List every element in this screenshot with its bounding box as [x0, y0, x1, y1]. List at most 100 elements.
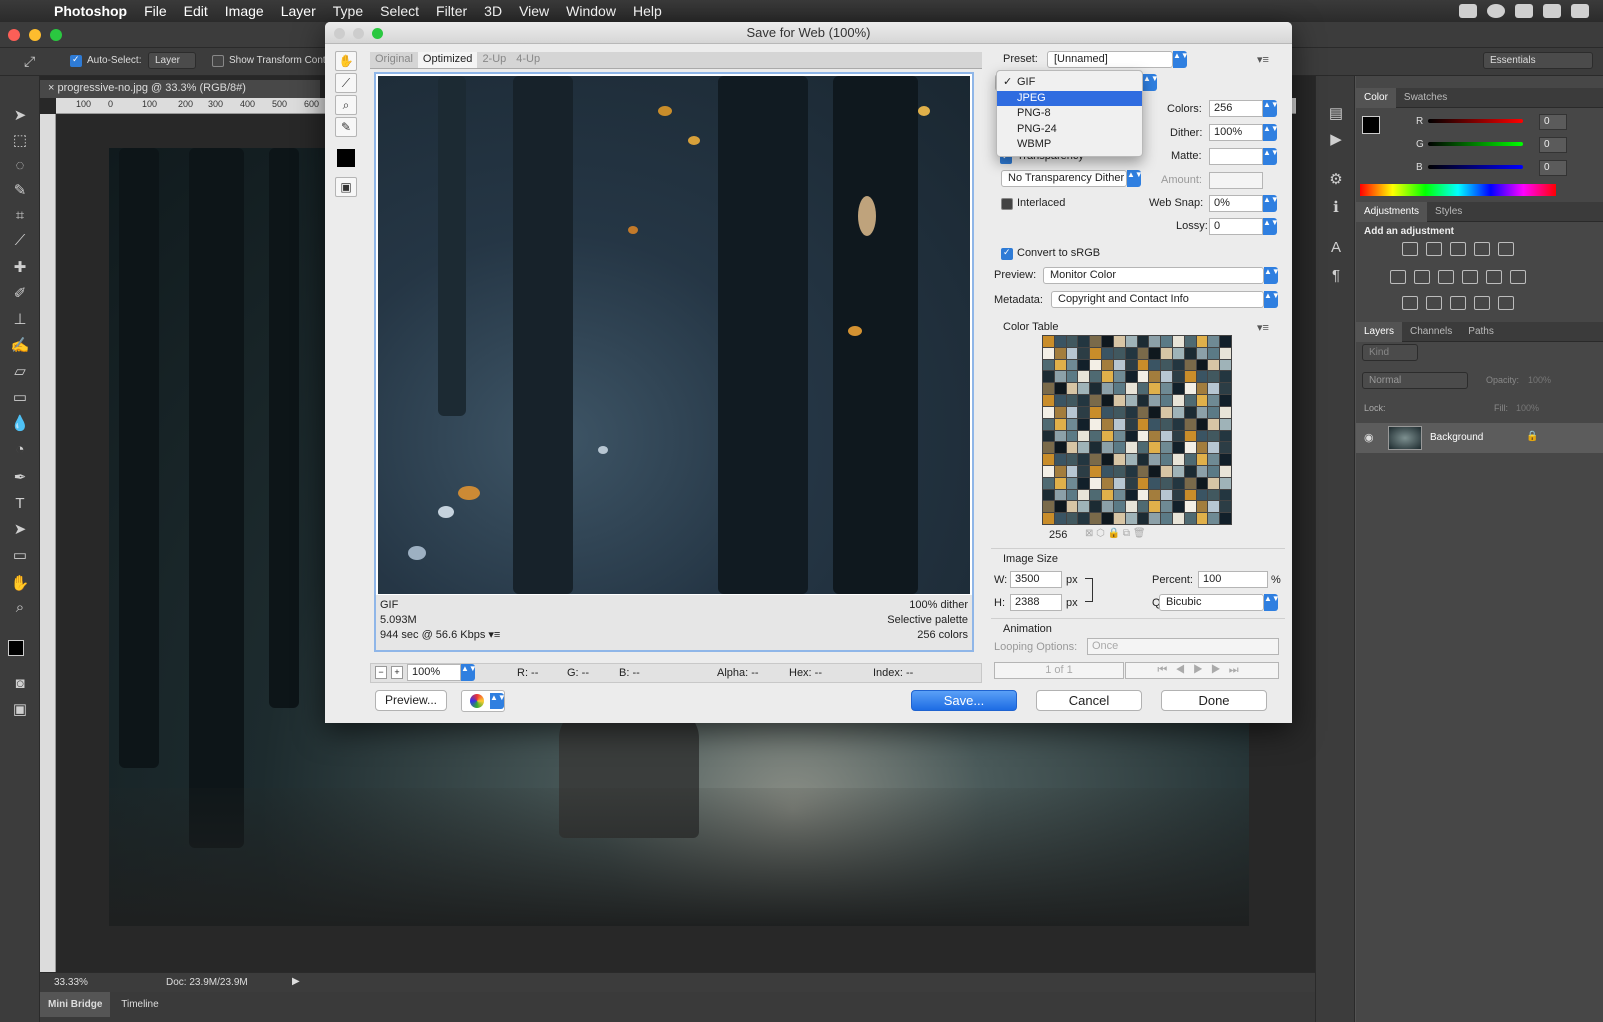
color-table-swatch[interactable]	[1220, 371, 1231, 383]
color-table-swatch[interactable]	[1196, 336, 1208, 347]
color-table-swatch[interactable]	[1208, 371, 1220, 383]
auto-select-checkbox[interactable]	[70, 54, 82, 67]
color-table-swatch[interactable]	[1172, 347, 1184, 359]
color-table-swatch[interactable]	[1054, 477, 1066, 489]
color-table-swatch[interactable]	[1054, 454, 1066, 465]
eyedropper-color-swatch[interactable]	[337, 149, 355, 167]
color-table-swatch[interactable]	[1102, 383, 1113, 395]
color-table-swatch[interactable]	[1054, 383, 1066, 395]
opacity-value[interactable]: 100%	[1528, 375, 1551, 385]
color-table-swatch[interactable]	[1078, 430, 1090, 442]
color-table-swatch[interactable]	[1208, 395, 1220, 406]
color-table-swatch[interactable]	[1090, 477, 1102, 489]
color-table-swatch[interactable]	[1208, 336, 1220, 347]
color-table-swatch[interactable]	[1172, 477, 1184, 489]
brush-tool-icon[interactable]: ✐	[10, 284, 30, 304]
color-table-swatch[interactable]	[1090, 513, 1102, 524]
color-table-swatch[interactable]	[1208, 513, 1220, 524]
color-table-swatch[interactable]	[1043, 430, 1054, 442]
color-table-swatch[interactable]	[1090, 395, 1102, 406]
color-table-swatch[interactable]	[1125, 359, 1137, 371]
color-table-swatch[interactable]	[1043, 513, 1054, 524]
color-table-swatch[interactable]	[1161, 418, 1172, 430]
color-table-swatch[interactable]	[1137, 406, 1149, 418]
color-table-swatch[interactable]	[1113, 406, 1125, 418]
color-table-swatch[interactable]	[1220, 359, 1231, 371]
color-table-swatch[interactable]	[1043, 465, 1054, 477]
format-stepper-icon[interactable]: ▲▼	[1143, 74, 1159, 91]
color-table-swatch[interactable]	[1208, 489, 1220, 501]
color-table-swatch[interactable]	[1113, 383, 1125, 395]
color-table-swatch[interactable]	[1172, 395, 1184, 406]
color-table-swatch[interactable]	[1102, 336, 1113, 347]
color-table-swatch[interactable]	[1161, 442, 1172, 454]
color-table-swatch[interactable]	[1125, 477, 1137, 489]
color-table-swatch[interactable]	[1208, 442, 1220, 454]
color-table-swatch[interactable]	[1066, 418, 1078, 430]
color-table-swatch[interactable]	[1113, 477, 1125, 489]
color-table-swatch[interactable]	[1149, 489, 1161, 501]
menu-app-photoshop[interactable]: Photoshop	[54, 3, 127, 19]
width-field[interactable]: 3500	[1010, 571, 1062, 588]
tab-mini-bridge[interactable]: Mini Bridge	[40, 992, 111, 1017]
color-table-swatch[interactable]	[1054, 395, 1066, 406]
metadata-dropdown[interactable]: Copyright and Contact Info	[1051, 291, 1264, 308]
color-table-swatch[interactable]	[1184, 406, 1196, 418]
color-table-swatch[interactable]	[1066, 513, 1078, 524]
color-table-swatch[interactable]	[1043, 359, 1054, 371]
color-table-swatch[interactable]	[1161, 513, 1172, 524]
preset-dropdown[interactable]: [Unnamed]	[1047, 51, 1173, 68]
color-table-swatch[interactable]	[1196, 501, 1208, 513]
color-table-swatch[interactable]	[1113, 465, 1125, 477]
color-table-swatch[interactable]	[1066, 406, 1078, 418]
color-table-swatch[interactable]	[1184, 465, 1196, 477]
menu-window[interactable]: Window	[566, 3, 616, 19]
color-table-swatch[interactable]	[1161, 454, 1172, 465]
menu-help[interactable]: Help	[633, 3, 662, 19]
color-table-swatch[interactable]	[1054, 359, 1066, 371]
preview-stepper-icon[interactable]: ▲▼	[1264, 267, 1280, 284]
browser-stepper-icon[interactable]: ▲▼	[490, 693, 506, 709]
color-table-swatch[interactable]	[1149, 442, 1161, 454]
color-table-swatch[interactable]	[1054, 442, 1066, 454]
color-balance-icon[interactable]	[1414, 270, 1430, 284]
color-table-swatch[interactable]	[1090, 489, 1102, 501]
color-table-swatch[interactable]	[1125, 501, 1137, 513]
height-field[interactable]: 2388	[1010, 594, 1062, 611]
lasso-tool-icon[interactable]: ◌	[10, 156, 30, 176]
color-table-swatch[interactable]	[1102, 477, 1113, 489]
color-table-swatch[interactable]	[1196, 477, 1208, 489]
color-table-swatch[interactable]	[1102, 430, 1113, 442]
color-table-swatch[interactable]	[1054, 418, 1066, 430]
color-table-swatch[interactable]	[1208, 347, 1220, 359]
color-table-swatch[interactable]	[1125, 395, 1137, 406]
quality-dropdown[interactable]: Bicubic	[1159, 594, 1264, 611]
color-table-swatch[interactable]	[1184, 513, 1196, 524]
done-button[interactable]: Done	[1161, 690, 1267, 711]
color-table-swatch[interactable]	[1184, 489, 1196, 501]
color-table-swatch[interactable]	[1137, 465, 1149, 477]
color-table-swatch[interactable]	[1172, 489, 1184, 501]
color-table-swatch[interactable]	[1149, 418, 1161, 430]
color-table-swatch[interactable]	[1220, 336, 1231, 347]
color-table-swatch[interactable]	[1149, 454, 1161, 465]
tab-4-up[interactable]: 4-Up	[511, 52, 545, 68]
posterize-icon[interactable]	[1426, 296, 1442, 310]
color-table-swatch[interactable]	[1137, 395, 1149, 406]
marquee-tool-icon[interactable]: ⬚	[10, 131, 30, 151]
close-window-icon[interactable]	[8, 29, 20, 41]
color-table-swatch[interactable]	[1113, 336, 1125, 347]
color-table-swatch[interactable]	[1220, 383, 1231, 395]
color-table-swatch[interactable]	[1102, 489, 1113, 501]
color-table-swatch[interactable]	[1196, 406, 1208, 418]
color-table-swatch[interactable]	[1161, 489, 1172, 501]
tab-styles[interactable]: Styles	[1427, 202, 1470, 222]
color-table-swatch[interactable]	[1161, 347, 1172, 359]
color-table-swatch[interactable]	[1149, 430, 1161, 442]
color-table-swatch[interactable]	[1220, 395, 1231, 406]
color-table-menu-icon[interactable]: ▾≡	[1257, 321, 1269, 334]
web-snap-stepper-icon[interactable]: ▲▼	[1263, 195, 1279, 212]
color-table-swatch[interactable]	[1090, 336, 1102, 347]
color-table-swatch[interactable]	[1054, 501, 1066, 513]
color-table-swatch[interactable]	[1043, 418, 1054, 430]
